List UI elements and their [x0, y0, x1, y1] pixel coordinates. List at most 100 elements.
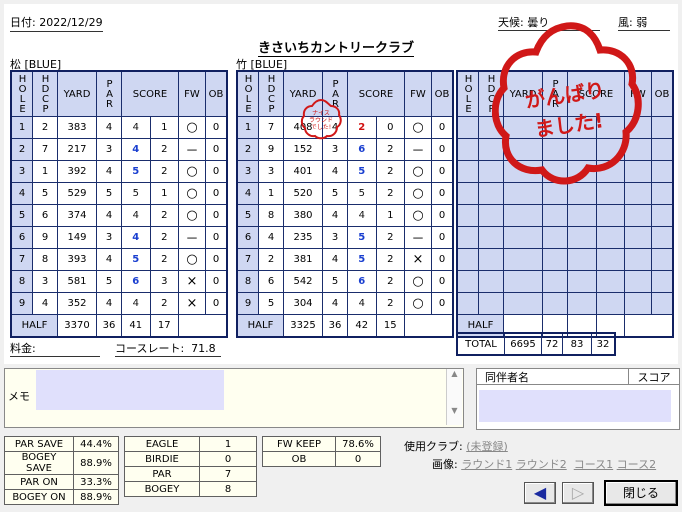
ob-cell[interactable]: 0: [431, 182, 454, 205]
empty-cell[interactable]: [624, 226, 652, 249]
empty-cell[interactable]: [651, 116, 674, 139]
ob-cell[interactable]: 0: [431, 204, 454, 227]
course2-image-link[interactable]: コース2: [617, 458, 656, 471]
empty-cell[interactable]: [651, 182, 674, 205]
empty-cell[interactable]: [478, 292, 504, 315]
empty-cell[interactable]: [595, 204, 625, 227]
round2-image-link[interactable]: ラウンド2: [516, 458, 567, 471]
strokes-cell[interactable]: 4: [121, 204, 151, 227]
strokes-cell[interactable]: 4: [121, 226, 151, 249]
strokes-cell[interactable]: 6: [347, 138, 377, 161]
strokes-cell[interactable]: 6: [121, 270, 151, 293]
putts-cell[interactable]: 2: [149, 160, 179, 183]
round1-image-link[interactable]: ラウンド1: [461, 458, 512, 471]
fw-cell[interactable]: －: [404, 138, 432, 161]
empty-cell[interactable]: [651, 226, 674, 249]
fw-cell[interactable]: ×: [178, 270, 206, 293]
putts-cell[interactable]: 2: [149, 138, 179, 161]
putts-cell[interactable]: 2: [375, 182, 405, 205]
empty-cell[interactable]: [542, 204, 568, 227]
empty-cell[interactable]: [503, 292, 543, 315]
fw-cell[interactable]: ○: [178, 248, 206, 271]
empty-cell[interactable]: [567, 292, 597, 315]
strokes-cell[interactable]: 5: [121, 160, 151, 183]
empty-cell[interactable]: [478, 248, 504, 271]
companion-name-header[interactable]: 同伴者名: [477, 369, 629, 384]
strokes-cell[interactable]: 5: [347, 160, 377, 183]
strokes-cell[interactable]: 6: [347, 270, 377, 293]
putts-cell[interactable]: 2: [149, 226, 179, 249]
empty-cell[interactable]: [503, 204, 543, 227]
empty-cell[interactable]: [542, 270, 568, 293]
ob-cell[interactable]: 0: [205, 270, 228, 293]
putts-cell[interactable]: 2: [375, 138, 405, 161]
putts-cell[interactable]: 2: [149, 204, 179, 227]
ob-cell[interactable]: 0: [431, 116, 454, 139]
empty-cell[interactable]: [651, 138, 674, 161]
putts-cell[interactable]: 2: [149, 292, 179, 315]
ob-cell[interactable]: 0: [205, 226, 228, 249]
putts-cell[interactable]: 2: [149, 248, 179, 271]
empty-cell[interactable]: [567, 204, 597, 227]
course1-image-link[interactable]: コース1: [574, 458, 613, 471]
strokes-cell[interactable]: 5: [121, 182, 151, 205]
ob-cell[interactable]: 0: [205, 248, 228, 271]
empty-cell[interactable]: [567, 248, 597, 271]
ob-cell[interactable]: 0: [431, 270, 454, 293]
fw-cell[interactable]: －: [404, 226, 432, 249]
club-link[interactable]: (未登録): [466, 440, 508, 453]
empty-cell[interactable]: [567, 226, 597, 249]
strokes-cell[interactable]: 5: [121, 248, 151, 271]
ob-cell[interactable]: 0: [431, 226, 454, 249]
empty-cell[interactable]: [595, 270, 625, 293]
empty-cell[interactable]: [503, 248, 543, 271]
strokes-cell[interactable]: 4: [121, 116, 151, 139]
putts-cell[interactable]: 2: [375, 248, 405, 271]
fw-cell[interactable]: ○: [178, 160, 206, 183]
fw-cell[interactable]: ○: [178, 116, 206, 139]
next-arrow-icon[interactable]: ▷: [562, 482, 594, 504]
fw-cell[interactable]: ○: [178, 182, 206, 205]
empty-cell[interactable]: [624, 204, 652, 227]
ob-cell[interactable]: 0: [431, 160, 454, 183]
empty-cell[interactable]: [624, 292, 652, 315]
companion-list[interactable]: 同伴者名 スコア: [476, 368, 680, 430]
putts-cell[interactable]: 3: [149, 270, 179, 293]
empty-cell[interactable]: [567, 270, 597, 293]
ob-cell[interactable]: 0: [205, 116, 228, 139]
scroll-down-icon[interactable]: ▼: [447, 406, 462, 415]
empty-cell[interactable]: [503, 270, 543, 293]
fw-cell[interactable]: ×: [404, 248, 432, 271]
fw-cell[interactable]: ○: [178, 204, 206, 227]
fw-cell[interactable]: ○: [404, 270, 432, 293]
ob-cell[interactable]: 0: [205, 138, 228, 161]
strokes-cell[interactable]: 5: [347, 248, 377, 271]
putts-cell[interactable]: 1: [149, 116, 179, 139]
ob-cell[interactable]: 0: [431, 248, 454, 271]
ob-cell[interactable]: 0: [205, 292, 228, 315]
memo-scrollbar[interactable]: ▲ ▼: [446, 369, 462, 425]
memo-input[interactable]: [36, 370, 224, 410]
empty-cell[interactable]: [595, 226, 625, 249]
strokes-cell[interactable]: 4: [121, 138, 151, 161]
empty-cell[interactable]: [542, 248, 568, 271]
putts-cell[interactable]: 1: [375, 204, 405, 227]
strokes-cell[interactable]: 4: [347, 204, 377, 227]
putts-cell[interactable]: 2: [375, 160, 405, 183]
strokes-cell[interactable]: 5: [347, 182, 377, 205]
empty-cell[interactable]: [478, 226, 504, 249]
strokes-cell[interactable]: 2: [347, 116, 377, 139]
empty-cell[interactable]: [478, 270, 504, 293]
putts-cell[interactable]: 1: [149, 182, 179, 205]
ob-cell[interactable]: 0: [205, 160, 228, 183]
fw-cell[interactable]: ○: [404, 116, 432, 139]
empty-cell[interactable]: [651, 248, 674, 271]
ob-cell[interactable]: 0: [205, 182, 228, 205]
fw-cell[interactable]: ×: [178, 292, 206, 315]
fw-cell[interactable]: ○: [404, 182, 432, 205]
empty-cell[interactable]: [595, 248, 625, 271]
prev-arrow-icon[interactable]: ◀: [524, 482, 556, 504]
empty-cell[interactable]: [542, 292, 568, 315]
putts-cell[interactable]: 2: [375, 270, 405, 293]
ob-cell[interactable]: 0: [431, 138, 454, 161]
